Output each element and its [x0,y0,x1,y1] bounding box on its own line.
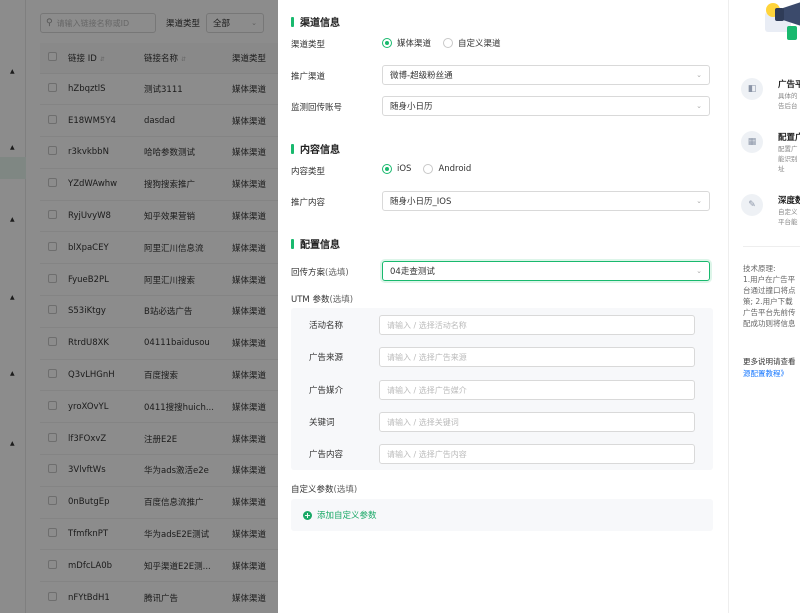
utm-row-keyword: 关键词 请输入 / 选择关键词 [291,412,713,432]
add-custom-param-button[interactable]: + 添加自定义参数 [303,509,377,521]
help-divider [743,246,800,247]
radio-checked-icon[interactable] [382,38,392,48]
radio-unchecked-icon[interactable] [423,164,434,174]
utm-params-panel: 活动名称 请输入 / 选择活动名称 广告来源 请输入 / 选择广告来源 广告媒介… [291,308,713,470]
custom-params-panel: + 添加自定义参数 [291,499,713,531]
utm-campaign-label: 活动名称 [309,321,344,331]
utm-row-campaign: 活动名称 请输入 / 选择活动名称 [291,315,713,335]
chevron-down-icon: ⌄ [696,102,702,110]
utm-content-input[interactable]: 请输入 / 选择广告内容 [379,444,695,464]
promo-channel-label: 推广渠道 [291,72,326,82]
radio-checked-icon[interactable] [382,164,392,174]
chevron-down-icon: ⌄ [696,71,702,79]
callback-plan-select[interactable]: 04走查测试 ⌄ [382,261,710,281]
utm-medium-input[interactable]: 请输入 / 选择广告媒介 [379,380,695,400]
content-type-label: 内容类型 [291,167,326,177]
section-accent-bar [291,16,294,27]
modal-mask[interactable] [0,0,278,613]
create-link-drawer: 渠道信息 渠道类型 媒体渠道 自定义渠道 推广渠道 微博-超级粉丝通 ⌄ 监测回… [278,0,728,613]
utm-content-label: 广告内容 [309,450,344,460]
section-title-content: 内容信息 [291,141,340,156]
utm-source-input[interactable]: 请输入 / 选择广告来源 [379,347,695,367]
section-accent-bar [291,143,294,154]
chevron-down-icon: ⌄ [696,267,702,275]
custom-params-label: 自定义参数(选填) [291,485,358,495]
edit-doc-icon: ✎ [741,194,763,216]
help-illustration-icon [765,2,800,40]
utm-params-label: UTM 参数(选填) [291,295,354,305]
tutorial-link[interactable]: 源配置教程》 [743,368,796,380]
plus-circle-icon: + [303,510,312,520]
more-help-text: 更多说明请查看 源配置教程》 [743,357,796,380]
config-icon: ▦ [741,131,763,153]
promo-channel-select[interactable]: 微博-超级粉丝通 ⌄ [382,65,710,85]
utm-campaign-input[interactable]: 请输入 / 选择活动名称 [379,315,695,335]
utm-source-label: 广告来源 [309,353,344,363]
monitor-account-select[interactable]: 随身小日历 ⌄ [382,96,710,116]
channel-type-radio-group: 媒体渠道 自定义渠道 [382,37,513,49]
utm-row-source: 广告来源 请输入 / 选择广告来源 [291,347,713,367]
section-title-channel: 渠道信息 [291,14,340,29]
chevron-down-icon: ⌄ [696,197,702,205]
radio-android[interactable]: Android [423,164,471,174]
content-type-radio-group: iOS Android [382,164,483,174]
radio-custom-channel[interactable]: 自定义渠道 [443,37,501,49]
radio-media-channel[interactable]: 媒体渠道 [382,37,431,49]
help-panel: ◧ 广告平 具体的告后台 ▦ 配置广 配置广能识别址 ✎ 深度数 自定义平台能 … [728,0,800,613]
utm-medium-label: 广告媒介 [309,386,344,396]
radio-unchecked-icon[interactable] [443,38,454,48]
channel-type-label: 渠道类型 [291,40,326,50]
section-title-config: 配置信息 [291,236,340,251]
radio-ios[interactable]: iOS [382,164,411,174]
utm-keyword-input[interactable]: 请输入 / 选择关键词 [379,412,695,432]
utm-row-medium: 广告媒介 请输入 / 选择广告媒介 [291,380,713,400]
callback-plan-label: 回传方案(选填) [291,268,349,278]
promo-content-label: 推广内容 [291,198,326,208]
section-accent-bar [291,238,294,249]
utm-keyword-label: 关键词 [309,418,335,428]
monitor-account-label: 监测回传账号 [291,103,343,113]
tech-principle-text: 技术原理: 1.用户在广告平 台通过撞口将点 策; 2.用户下载 广告平台先前传… [743,264,796,328]
utm-row-content: 广告内容 请输入 / 选择广告内容 [291,444,713,464]
promo-content-select[interactable]: 随身小日历_IOS ⌄ [382,191,710,211]
megaphone-icon: ◧ [741,78,763,100]
